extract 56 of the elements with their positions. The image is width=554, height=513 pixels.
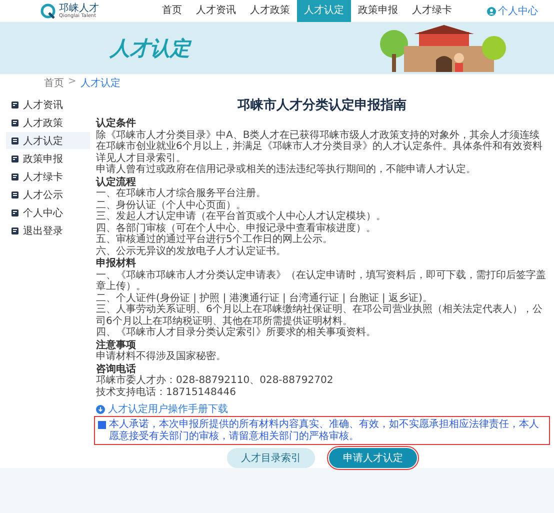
agreement-checkbox[interactable] (98, 421, 106, 429)
paragraph: 二、身份认证（个人中心页面）。 (96, 200, 247, 210)
nav-tab[interactable]: 人才绿卡 (405, 0, 459, 22)
section-heading: 认定条件 (96, 118, 137, 130)
menu-item-icon (11, 172, 19, 180)
section-heading: 咨询电话 (96, 364, 137, 374)
sidebar-item[interactable]: 人才绿卡 (6, 168, 90, 185)
paragraph: 技术支持电话：18715148446 (96, 386, 237, 398)
sidebar-item[interactable]: 政策申报 (6, 150, 90, 167)
agreement-text: 本人承诺，本次申报所提供的所有材料内容真实、准确、有效，如不实愿承担相应法律责任，本人愿意接受有关部门的审核，请留意相关部门的严格审核。 (109, 419, 540, 442)
apply-button[interactable]: 申请人才认定 (329, 448, 417, 468)
banner-title: 人才认定 (110, 34, 190, 62)
menu-item-icon (11, 190, 19, 198)
logo-icon (40, 3, 56, 19)
paragraph: 申请人曾有过或政府在信用记录或相关的违法违纪等执行期间的，不能申请人才认定。 (96, 164, 477, 176)
user-center-link[interactable]: 个人中心 (481, 3, 544, 19)
nav-tab[interactable]: 人才资讯 (189, 0, 243, 22)
sidebar-item[interactable]: 人才资讯 (6, 96, 90, 113)
menu-item-icon (11, 118, 19, 126)
sidebar-item[interactable]: 个人中心 (6, 204, 90, 221)
breadcrumb-current: 人才认定 (80, 76, 120, 90)
paragraph: 四、各部门审核（可在个人中心、申报记录中查看审核进度）。 (96, 222, 377, 234)
user-icon (487, 6, 496, 16)
paragraph: 一、在邛崃市人才综合服务平台注册。 (96, 188, 267, 200)
sidebar-item[interactable]: 退出登录 (6, 222, 90, 239)
paragraph: 二、个人证件(身份证 | 护照 | 港澳通行证 | 台湾通行证 | 台胞证 | 返乡证)。 (96, 292, 434, 304)
menu-item-icon (11, 136, 19, 144)
breadcrumb-separator: > (68, 76, 76, 89)
nav-tab[interactable]: 政策申报 (351, 0, 405, 22)
paragraph: 三、发起人才认定申请（在平台首页或个人中心人才认定模块）。 (96, 211, 387, 222)
nav-tab[interactable]: 首页 (155, 0, 189, 22)
page-title: 邛崃市人才分类认定申报指南 (236, 96, 408, 114)
menu-item-icon (11, 208, 19, 216)
sidebar-item[interactable]: 人才认定 (6, 132, 90, 149)
menu-item-icon (11, 100, 19, 108)
logo-title: 邛崃人才 (59, 4, 99, 14)
menu-item-icon (11, 154, 19, 162)
manual-download-link[interactable]: 人才认定用户操作手册下载 (108, 402, 228, 416)
paragraph: 申请材料不得涉及国家秘密。 (96, 351, 227, 362)
breadcrumb-link[interactable]: 首页 (44, 76, 64, 90)
paragraph: 邛崃市委人才办：028-88792110、028-88792702 (96, 375, 334, 386)
paragraph: 除《邛崃市人才分类目录》中A、B类人才在已获得邛崃市级人才政策支持的对象外，其余人才须连续在邛崃市创业就业6个月以上，并满足《邛崃市人才分类目录》的人才认定条件。具体条件和有效资料详见人才目录索引。 (96, 130, 544, 164)
paragraph: 四、《邛崃市人才目录分类认定索引》所要求的相关事项资料。 (96, 327, 377, 338)
section-heading: 注意事项 (96, 340, 137, 350)
paragraph: 五、审核通过的通过平台进行5个工作日的网上公示。 (96, 234, 332, 246)
section-heading: 申报材料 (96, 258, 136, 270)
paragraph: 三、人事劳动关系证明、6个月以上在邛崃缴纳社保证明、在邛公司营业执照（相关法定代表人），公司6个月以上在邛纳税证明、其他在邛所需提供证明材料。 (96, 304, 544, 326)
paragraph: 六、公示无异议的发放电子人才认定证书。 (96, 246, 287, 257)
paragraph: 一、《邛崃市邛崃市人才分类认定申请表》（在认定申请时，填写资料后，即可下载，需打印后签字盖章上传）。 (96, 270, 547, 292)
download-icon (96, 404, 105, 414)
section-heading: 认定流程 (96, 176, 136, 188)
nav-tab[interactable]: 人才政策 (243, 0, 297, 22)
sidebar-item[interactable]: 人才公示 (6, 186, 90, 203)
index-button[interactable]: 人才目录索引 (227, 448, 315, 468)
sidebar-item[interactable]: 人才政策 (6, 114, 90, 131)
menu-item-icon (11, 226, 19, 234)
